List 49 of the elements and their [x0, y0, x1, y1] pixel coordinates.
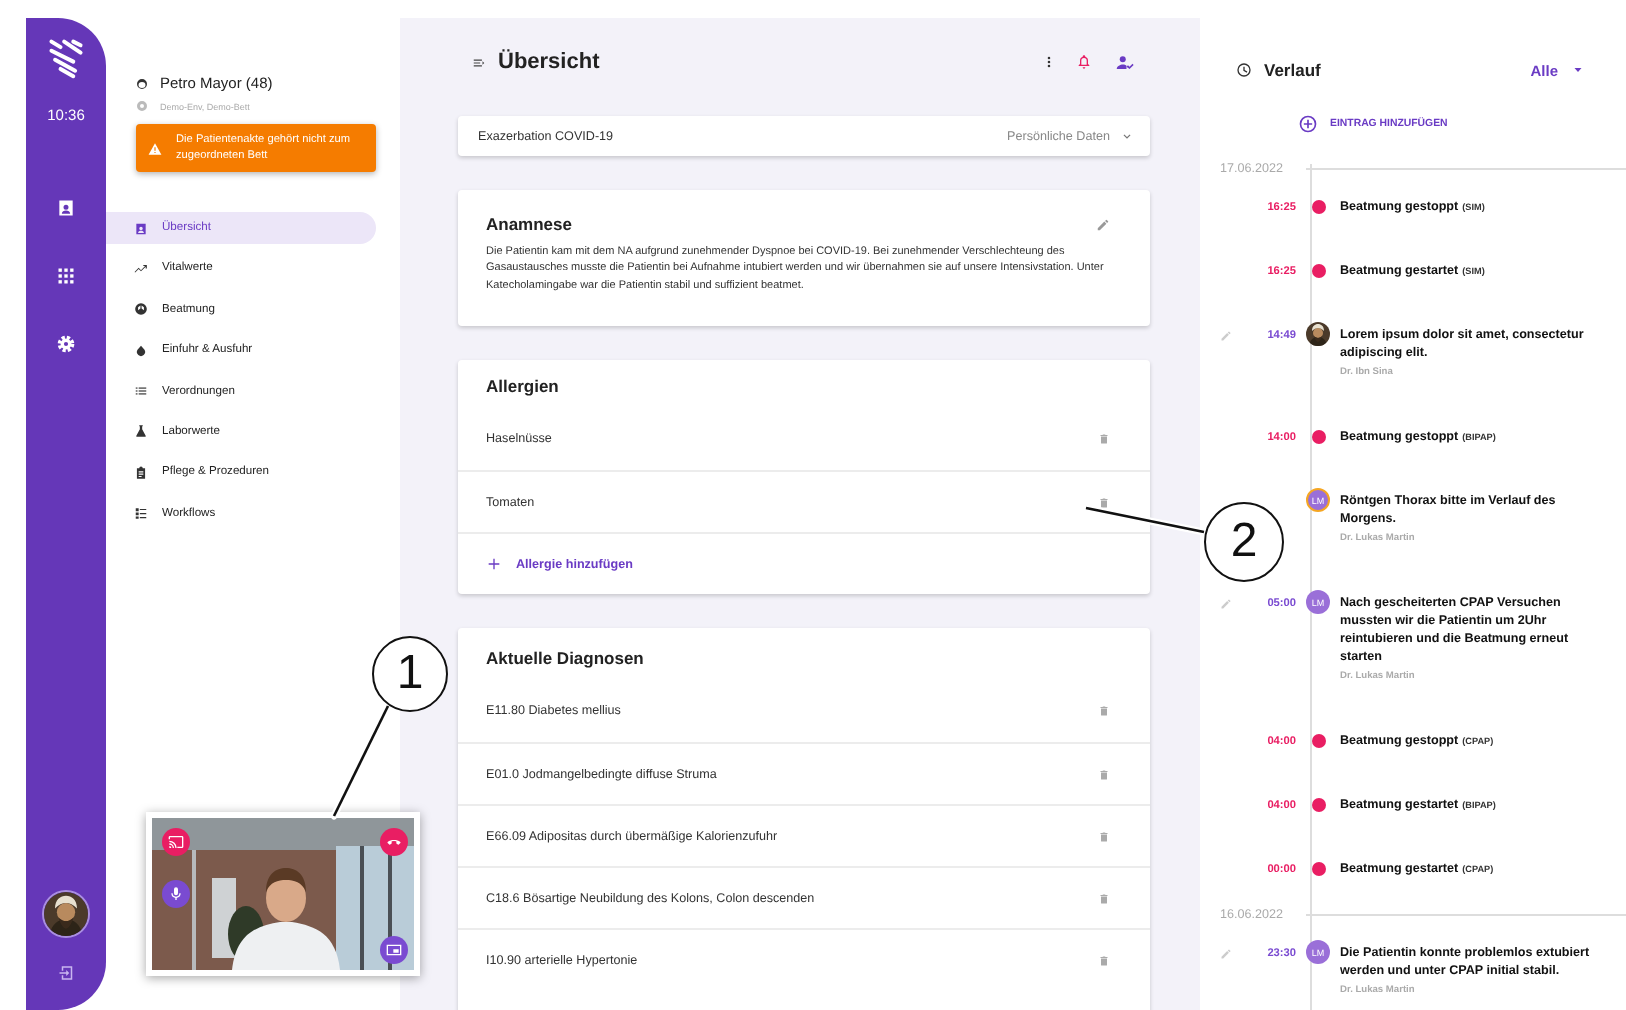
timeline-dot: [1311, 264, 1325, 278]
trend-line-icon: [134, 261, 148, 276]
list-icon: [134, 384, 148, 399]
cast-icon: [168, 834, 184, 850]
trash-icon[interactable]: [1098, 767, 1110, 781]
trash-icon[interactable]: [1098, 495, 1110, 509]
page-title: Übersicht: [498, 50, 602, 74]
trash-icon[interactable]: [1098, 953, 1110, 967]
clock-icon: [1236, 62, 1252, 78]
timeline-dot: [1311, 200, 1325, 214]
trash-icon[interactable]: [1098, 432, 1110, 446]
card-title: Anamnese: [486, 212, 572, 236]
timeline-dot: [1311, 798, 1325, 812]
caret-icon[interactable]: [1572, 64, 1584, 76]
checklist-icon: [134, 506, 148, 521]
lungs-icon: [134, 302, 148, 317]
microphone-icon: [168, 886, 184, 902]
phone-icon: [386, 834, 402, 850]
trash-icon[interactable]: [1098, 891, 1110, 905]
chevron-down-icon[interactable]: [1120, 129, 1134, 143]
timeline-dot: [1311, 862, 1325, 876]
person-check-icon[interactable]: [1116, 53, 1134, 71]
panel-title: Verlauf: [1264, 60, 1323, 80]
trash-icon[interactable]: [1098, 704, 1110, 718]
more-icon[interactable]: [1042, 54, 1056, 70]
timeline-dot: [1311, 430, 1325, 444]
plus-icon: [486, 556, 502, 572]
settings-icon[interactable]: [56, 334, 76, 354]
callout-number: 2: [1204, 502, 1284, 582]
location-icon: [136, 100, 148, 112]
edit-icon[interactable]: [1096, 217, 1110, 231]
flask-icon: [134, 424, 148, 439]
timeline-dot: [1311, 734, 1325, 748]
logo-icon[interactable]: [46, 36, 86, 80]
patient-card-icon[interactable]: [56, 198, 76, 218]
card-title: Allergien: [484, 374, 561, 400]
clipboard-icon: [134, 465, 148, 480]
drop-icon: [134, 343, 148, 358]
trash-icon[interactable]: [1098, 829, 1110, 843]
picture-in-picture-icon: [386, 942, 402, 958]
menu-icon[interactable]: [472, 55, 486, 69]
warning-icon: [148, 141, 162, 155]
card-title: Aktuelle Diagnosen: [484, 646, 646, 672]
patient-card-icon: [134, 221, 148, 235]
apps-grid-icon[interactable]: [56, 266, 76, 286]
bell-icon[interactable]: [1076, 54, 1092, 70]
logout-icon[interactable]: [57, 964, 75, 982]
callout-number: 1: [372, 636, 448, 712]
patient-icon: [136, 77, 148, 89]
